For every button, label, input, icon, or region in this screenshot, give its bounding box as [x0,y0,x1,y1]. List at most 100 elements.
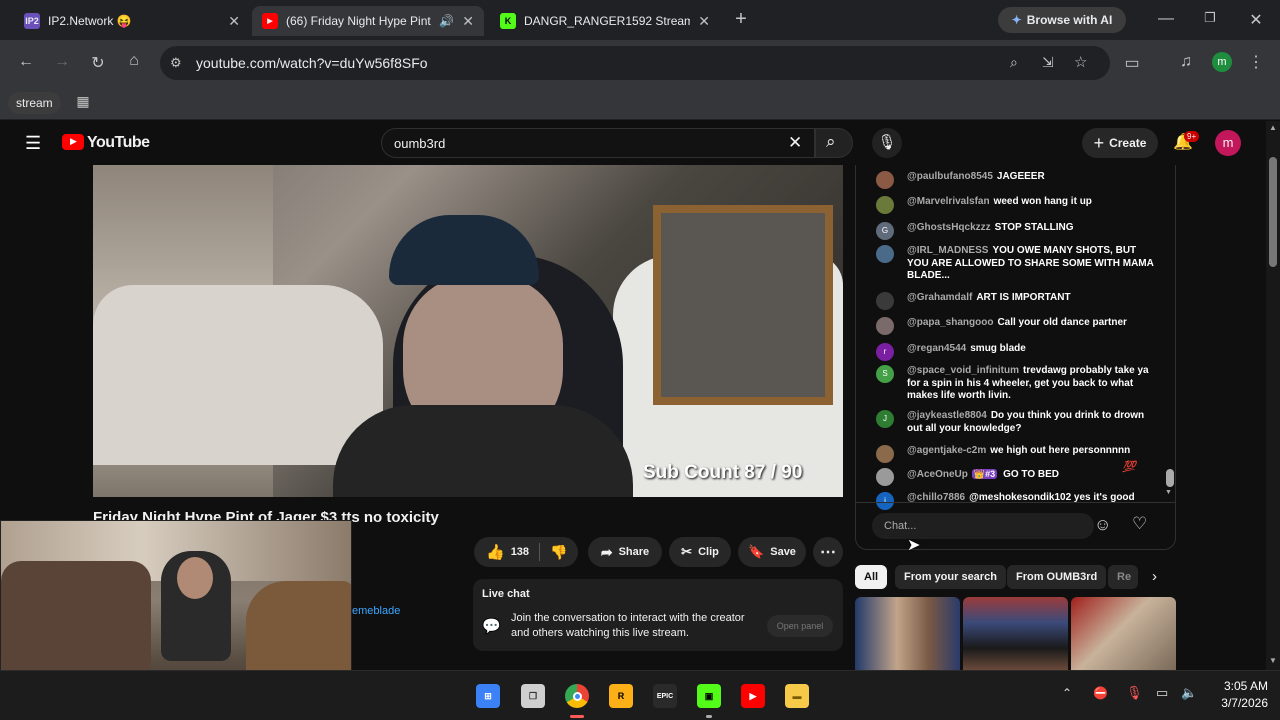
video-player[interactable]: Sub Count 87 / 90 [93,165,843,497]
chat-author-avatar[interactable] [876,292,894,310]
scrollbar-thumb[interactable] [1269,157,1277,267]
epic-games-icon[interactable]: EPIC [653,684,677,708]
back-icon[interactable]: ← [16,53,36,71]
chat-author-avatar[interactable] [876,245,894,263]
clip-button[interactable]: ✂ Clip [669,537,731,567]
youtube-logo-icon[interactable]: ▶ [62,134,84,150]
thumbs-down-icon[interactable]: 👎 [550,544,567,561]
tray-overflow-icon[interactable]: ⌃ [1062,686,1072,700]
bookmark-star-icon[interactable]: ☆ [1074,53,1087,71]
chrome-icon[interactable] [565,684,589,708]
tab-kick[interactable]: K DANGR_RANGER1592 Stream - ✕ [490,6,720,36]
chat-author-name[interactable]: @agentjake-c2m [907,445,986,456]
related-thumbnail[interactable] [855,597,960,670]
address-bar[interactable]: ⚙ youtube.com/watch?v=duYw56f8SFo ⌕ ⇲ ☆ [160,46,1110,80]
open-panel-button[interactable]: Open panel [767,615,833,637]
channel-link[interactable]: emeblade [352,605,400,617]
chat-author-name[interactable]: @Grahamdalf [907,292,972,303]
chat-author-name[interactable]: @regan4544 [907,343,966,354]
chip-from-channel[interactable]: From OUMB3rd [1007,565,1107,589]
tab-ip2network[interactable]: IP2 IP2.Network 😝 ✕ [14,6,250,36]
chat-author-avatar[interactable]: G [876,222,894,240]
chat-author-avatar[interactable]: J [876,410,894,428]
reload-icon[interactable]: ↻ [88,53,108,73]
window-close-icon[interactable]: ✕ [1246,10,1266,30]
search-button[interactable]: ⌕ [815,128,853,158]
close-icon[interactable]: ✕ [228,13,240,30]
forward-icon[interactable]: → [52,53,72,71]
clock-date[interactable]: 3/7/2026 [1200,696,1268,710]
like-button[interactable]: 👍 138 [486,543,529,561]
youtube-app-icon[interactable]: ▶ [741,684,765,708]
profile-avatar[interactable]: m [1212,52,1232,72]
chat-author-name[interactable]: @IRL_MADNESS [907,245,988,256]
close-icon[interactable]: ✕ [698,13,710,30]
chat-author-avatar[interactable] [876,171,894,189]
media-control-icon[interactable]: ♫ [1176,53,1196,71]
scroll-down-icon[interactable]: ▼ [1269,656,1277,665]
related-thumbnail[interactable] [1071,597,1176,670]
chat-author-avatar[interactable] [876,317,894,335]
volume-icon[interactable]: 🔈 [1181,685,1197,701]
share-button[interactable]: ➦ Share [588,537,662,567]
chat-author-avatar[interactable]: r [876,343,894,361]
apps-grid-icon[interactable]: ▦ [74,93,92,110]
chat-author-avatar[interactable]: i [876,492,894,510]
speaker-icon[interactable]: 🔊 [439,14,454,28]
restore-icon[interactable]: ❐ [1200,10,1220,26]
microphone-icon[interactable]: 🎙 [1126,685,1143,701]
chip-all[interactable]: All [855,565,888,589]
chat-author-name[interactable]: @GhostsHqckzzz [907,222,991,233]
cast-icon[interactable]: ▭ [1122,53,1142,73]
chat-author-name[interactable]: @papa_shangooo [907,317,993,328]
chip-recent[interactable]: Re [1108,565,1138,589]
chat-author-avatar[interactable] [876,468,894,486]
url-text[interactable]: youtube.com/watch?v=duYw56f8SFo [196,55,428,71]
scroll-up-icon[interactable]: ▲ [1269,123,1277,132]
browse-with-ai-button[interactable]: ✦ Browse with AI [998,7,1126,33]
close-icon[interactable]: ✕ [462,13,474,30]
voice-search-icon[interactable]: 🎙 [872,128,902,158]
display-icon[interactable]: ▭ [1156,685,1168,701]
chat-author-name[interactable]: @jaykeastle8804 [907,410,987,421]
emoji-icon[interactable]: ☺ [1094,515,1111,535]
chat-author-avatar[interactable]: S [876,365,894,383]
more-actions-icon[interactable]: ⋯ [813,537,843,567]
new-tab-button[interactable]: + [730,8,752,31]
chat-author-name[interactable]: @Marvelrivalsfan [907,196,990,207]
chat-author-name[interactable]: @paulbufano8545 [907,171,993,182]
hamburger-menu-icon[interactable]: ☰ [25,133,41,154]
related-thumbnail[interactable] [963,597,1068,670]
page-scrollbar[interactable]: ▲ ▼ [1266,121,1280,670]
chat-author-name[interactable]: @AceOneUp [907,469,968,480]
rockstar-icon[interactable]: R [609,684,633,708]
search-value[interactable]: oumb3rd [394,136,445,151]
chat-scrollbar-thumb[interactable] [1166,469,1174,487]
network-status-icon[interactable]: ⛔ [1093,686,1108,700]
menu-kebab-icon[interactable]: ⋮ [1248,52,1264,72]
create-button[interactable]: + Create [1082,128,1158,158]
account-avatar[interactable]: m [1215,130,1241,156]
zoom-icon[interactable]: ⌕ [1010,54,1018,71]
clear-search-icon[interactable]: ✕ [788,133,802,153]
save-button[interactable]: 🔖 Save [738,537,806,567]
file-explorer-icon[interactable]: ▬ [785,684,809,708]
scroll-down-icon[interactable]: ▼ [1165,489,1172,496]
tab-youtube[interactable]: ▶ (66) Friday Night Hype Pint 🔊 ✕ [252,6,484,36]
chat-input[interactable]: Chat... [872,513,1094,539]
home-icon[interactable]: ⌂ [124,52,144,70]
task-view-icon[interactable]: ❐ [521,684,545,708]
minimize-icon[interactable]: — [1156,10,1176,28]
heart-icon[interactable]: ♡ [1132,514,1147,534]
chat-author-name[interactable]: @space_void_infinitum [907,365,1019,376]
site-info-icon[interactable]: ⚙ [170,55,182,71]
bookmark-stream[interactable]: stream [8,92,61,114]
chat-author-avatar[interactable] [876,196,894,214]
chips-next-arrow-icon[interactable]: › [1152,568,1157,585]
clock-time[interactable]: 3:05 AM [1212,679,1268,693]
search-input[interactable]: oumb3rd ✕ [381,128,815,158]
chat-author-avatar[interactable] [876,445,894,463]
youtube-logo-text[interactable]: YouTube [87,134,150,152]
start-windows-icon[interactable]: ⊞ [476,684,500,708]
install-app-icon[interactable]: ⇲ [1042,54,1054,71]
